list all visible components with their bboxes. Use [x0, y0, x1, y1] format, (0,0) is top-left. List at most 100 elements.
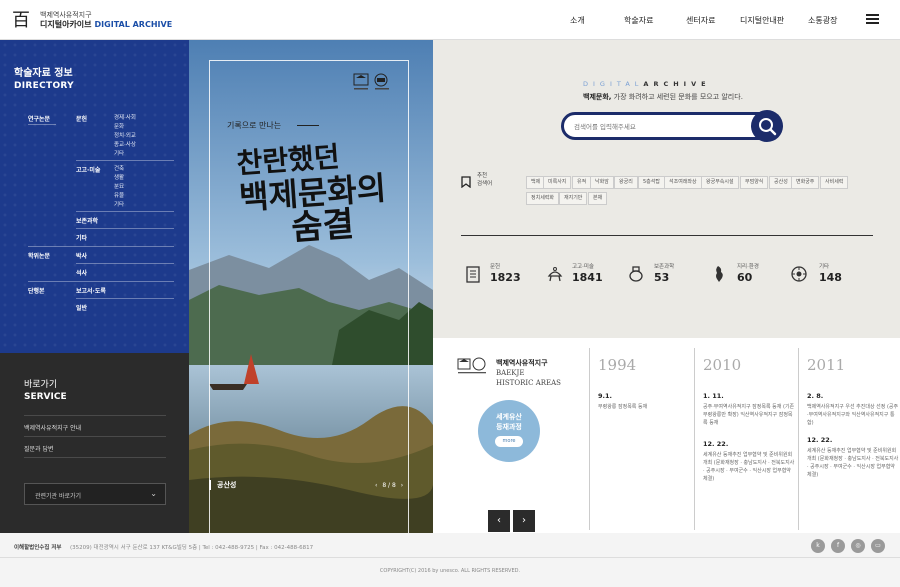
search-input[interactable]: [574, 121, 744, 133]
heritage-title-ko: 백제역사유적지구: [496, 359, 548, 367]
timeline-next-button[interactable]: ›: [513, 510, 535, 532]
cat-paper[interactable]: 연구논문: [28, 114, 50, 123]
sub-literature-1[interactable]: 문화: [114, 122, 124, 130]
cat-book[interactable]: 단행본: [28, 286, 45, 295]
kakao-icon[interactable]: k: [811, 539, 825, 553]
search-button[interactable]: [751, 110, 783, 142]
divider: [76, 228, 174, 229]
da-dark: ARCHIVE: [643, 80, 711, 88]
cat-doctor[interactable]: 박사: [76, 251, 87, 260]
inscription-label-2: 등재과정: [496, 423, 522, 431]
stat-label-etc: 기타: [819, 264, 830, 270]
roof-tile-icon: [791, 266, 807, 282]
sub-arch-1[interactable]: 생활: [114, 173, 124, 181]
sub-arch-0[interactable]: 건축: [114, 164, 124, 172]
tag-6[interactable]: 석조여래좌상: [664, 176, 702, 189]
hero-pager: ‹ 8 / 8 ›: [375, 482, 403, 489]
cat-archaeology[interactable]: 고고·미술: [76, 165, 100, 174]
cat-thesis[interactable]: 학위논문: [28, 251, 50, 260]
service-title-en: SERVICE: [24, 392, 67, 402]
tag-8[interactable]: 무덤양식: [740, 176, 769, 189]
instagram-icon[interactable]: ◎: [851, 539, 865, 553]
tag-5[interactable]: 5층석탑: [638, 176, 665, 189]
digital-archive-heading: DIGITALARCHIVE: [583, 80, 711, 88]
divider: [76, 211, 174, 212]
cat-report[interactable]: 보고서·도록: [76, 286, 106, 295]
inscription-process-button[interactable]: 세계유산등재과정 more: [478, 400, 540, 462]
timeline-prev-button[interactable]: ‹: [488, 510, 510, 532]
divider: [461, 235, 873, 236]
facebook-icon[interactable]: f: [831, 539, 845, 553]
directory-title-ko: 학술자료 정보: [14, 68, 73, 79]
more-button[interactable]: more: [495, 436, 523, 447]
tag-4[interactable]: 왕궁리: [614, 176, 638, 189]
directory-panel: 학술자료 정보 DIRECTORY 연구논문 문헌 경제·사회 문화 정치·외교 …: [0, 40, 189, 353]
map-icon: [716, 266, 723, 282]
cat-master[interactable]: 석사: [76, 268, 87, 277]
site-header: 百 백제역사유적지구 디지털아카이브 DIGITAL ARCHIVE 소개 학술자…: [0, 0, 900, 40]
hero-prev-icon[interactable]: ‹: [375, 482, 377, 489]
service-title: 바로가기 SERVICE: [24, 379, 67, 403]
heritage-title-en-1: BAEKJE: [496, 369, 525, 377]
timeline-col-2011: 2011 2. 8. 백제역사유적지구 우선 추진대상 선정 (공주·부여역사유…: [798, 348, 900, 530]
recommend-label: 추천 검색어: [477, 172, 492, 188]
sub-arch-4[interactable]: 기타: [114, 200, 124, 208]
recommend-label-1: 추천: [477, 173, 488, 179]
sub-literature-3[interactable]: 종교·사상: [114, 140, 136, 148]
nav-community[interactable]: 소통광장: [808, 15, 837, 26]
tag-14[interactable]: 본채: [588, 192, 608, 205]
stat-value-literature: 1823: [490, 271, 521, 284]
tag-1[interactable]: 미륵사지: [543, 176, 572, 189]
search-box: [561, 112, 781, 140]
cat-etc[interactable]: 기타: [76, 233, 87, 242]
sub-arch-2[interactable]: 분묘: [114, 182, 124, 190]
footer-top: 이해할법인수집 저부 (35209) 대전광역시 서구 둔산로 137 KT&G…: [0, 533, 900, 558]
cat-general[interactable]: 일반: [76, 303, 87, 312]
sub-literature-4[interactable]: 기타: [114, 149, 124, 157]
stat-label-archaeology: 고고·미술: [572, 264, 594, 270]
slogan-rest: 가장 화려하고 세련된 문화를 모으고 알리다.: [611, 93, 743, 101]
service-link-guide[interactable]: 백제역사유적지구 안내: [24, 423, 81, 432]
logo-line2[interactable]: 디지털아카이브 DIGITAL ARCHIVE: [40, 19, 172, 30]
tag-10[interactable]: 변화궁주: [791, 176, 820, 189]
sub-arch-3[interactable]: 유물: [114, 191, 124, 199]
hamburger-menu-icon[interactable]: [866, 14, 879, 24]
slogan: 백제문화, 가장 화려하고 세련된 문화를 모으고 알리다.: [583, 92, 743, 102]
logo-icon[interactable]: 百: [8, 8, 34, 34]
tag-12[interactable]: 정치세력화: [526, 192, 560, 205]
nav-center[interactable]: 센터자료: [686, 15, 715, 26]
nav-digital-board[interactable]: 디지털안내판: [740, 15, 784, 26]
service-link-qna[interactable]: 질문과 답변: [24, 444, 54, 453]
timeline-date: 2. 8.: [807, 392, 824, 400]
logo-line2-ko: 디지털아카이브: [40, 20, 92, 29]
logo-line2-en: DIGITAL ARCHIVE: [94, 20, 173, 29]
site-footer: 이해할법인수집 저부 (35209) 대전광역시 서구 둔산로 137 KT&G…: [0, 533, 900, 587]
related-sites-select[interactable]: 관련기관 바로가기 ⌄: [24, 483, 166, 505]
tag-2[interactable]: 유적: [572, 176, 592, 189]
hero-calligraphy: 찬란했던 백제문화의 숨결: [236, 137, 390, 249]
stat-value-geography: 60: [737, 271, 753, 284]
tag-3[interactable]: 낙화암: [590, 176, 614, 189]
cat-literature[interactable]: 문헌: [76, 114, 87, 123]
tag-13[interactable]: 재지기반: [559, 192, 588, 205]
cat-conservation[interactable]: 보존과학: [76, 216, 98, 225]
blog-icon[interactable]: ▭: [871, 539, 885, 553]
tag-9[interactable]: 공산성: [769, 176, 793, 189]
tag-7[interactable]: 왕궁부속시설: [701, 176, 739, 189]
nav-intro[interactable]: 소개: [570, 15, 585, 26]
search-icon: [759, 118, 777, 136]
hero-tagline: 기록으로 만나는: [227, 121, 282, 130]
heritage-logo-icon: [457, 357, 486, 374]
hero-next-icon[interactable]: ›: [401, 482, 403, 489]
heritage-title-en-2: HISTORIC AREAS: [496, 379, 561, 387]
timeline-year: 1994: [598, 356, 637, 374]
timeline-text: 무령왕릉 잠정목록 등재: [598, 404, 648, 410]
timeline-year: 2010: [703, 356, 742, 374]
sub-literature-0[interactable]: 경제·사회: [114, 113, 136, 121]
directory-title: 학술자료 정보 DIRECTORY: [14, 67, 74, 93]
tag-11[interactable]: 사비세력: [820, 176, 849, 189]
sub-literature-2[interactable]: 정치·외교: [114, 131, 136, 139]
nav-academic[interactable]: 학술자료: [624, 15, 653, 26]
timeline-date: 12. 22.: [703, 440, 729, 448]
inscription-label-1: 세계유산: [496, 413, 522, 421]
